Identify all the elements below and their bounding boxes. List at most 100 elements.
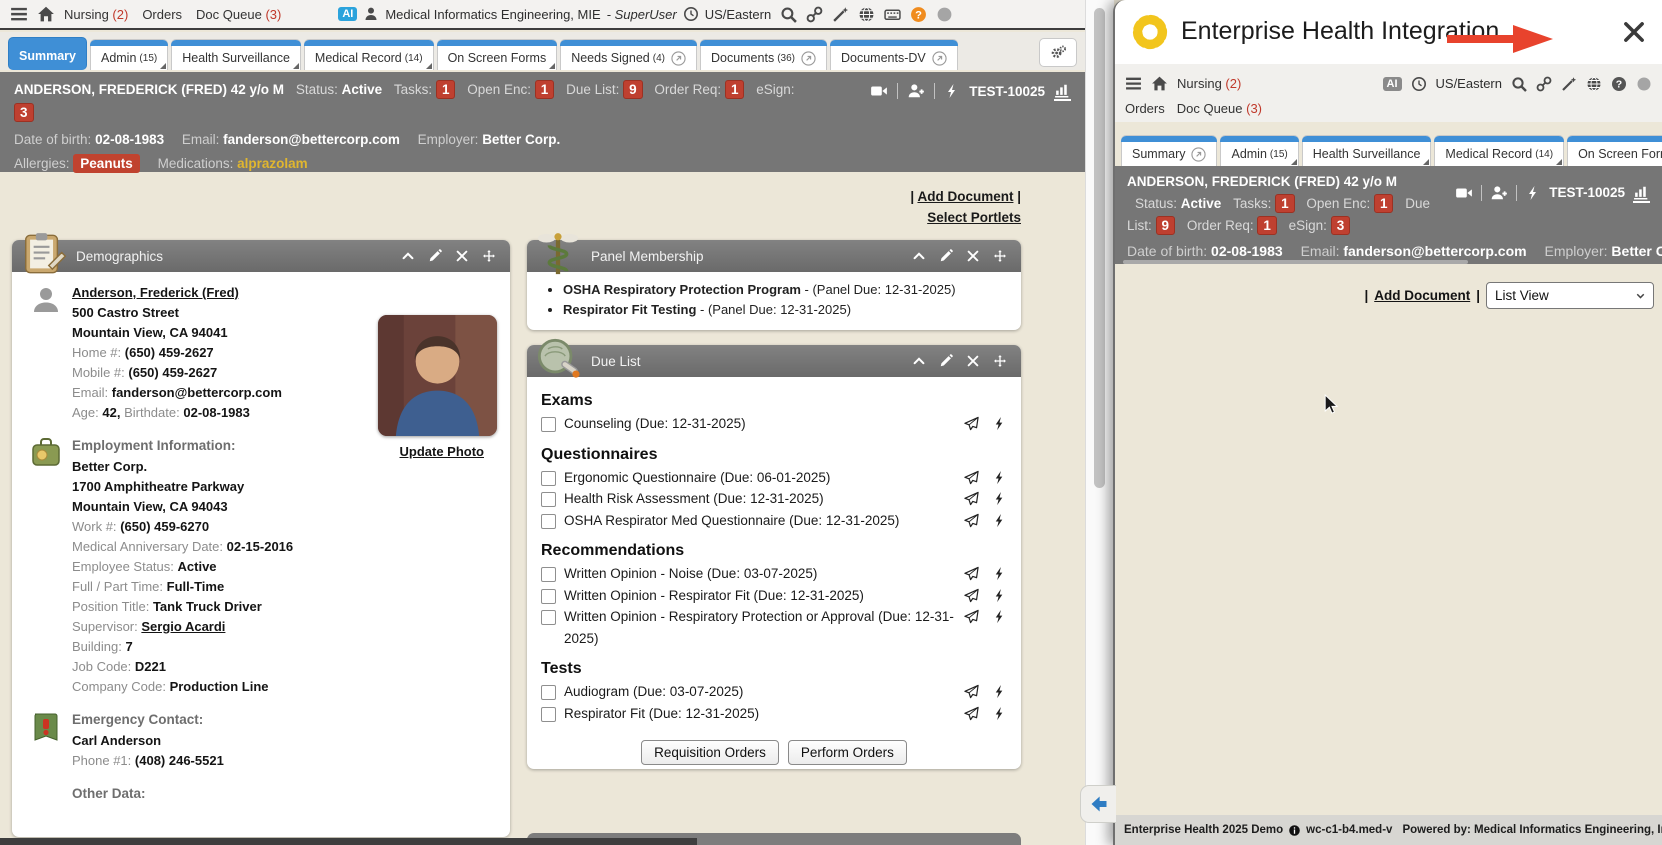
view-select[interactable]: List View bbox=[1486, 282, 1654, 309]
main-tab-admin[interactable]: Admin(15) bbox=[90, 39, 168, 70]
main-tab-medical-record[interactable]: Medical Record(14) bbox=[304, 39, 434, 70]
lightning-icon[interactable] bbox=[992, 566, 1007, 581]
main-tab-health-surveillance[interactable]: Health Surveillance bbox=[171, 39, 301, 70]
help-icon[interactable]: ? bbox=[1611, 76, 1627, 92]
wand-icon[interactable] bbox=[832, 6, 849, 23]
pencil-icon[interactable] bbox=[939, 249, 953, 263]
count-badge-open-enc[interactable]: 1 bbox=[535, 80, 555, 99]
move-icon[interactable] bbox=[993, 354, 1007, 368]
globe-icon[interactable] bbox=[1586, 76, 1602, 92]
lightning-icon[interactable] bbox=[944, 83, 960, 99]
panel-tab-health-surveillance[interactable]: Health Surveillance bbox=[1302, 135, 1432, 166]
popout-icon[interactable] bbox=[671, 51, 686, 66]
nav-item-orders[interactable]: Orders bbox=[1125, 101, 1165, 116]
nav-item-nursing[interactable]: Nursing (2) bbox=[1177, 76, 1241, 91]
add-document-link[interactable]: Add Document bbox=[917, 189, 1013, 204]
close-icon[interactable] bbox=[1621, 19, 1647, 45]
count-badge-esign[interactable]: 3 bbox=[14, 103, 34, 122]
move-icon[interactable] bbox=[482, 249, 496, 263]
panel-tab-admin[interactable]: Admin(15) bbox=[1220, 135, 1298, 166]
send-icon[interactable] bbox=[964, 491, 979, 506]
due-item-checkbox[interactable] bbox=[541, 514, 556, 529]
main-tab-summary[interactable]: Summary bbox=[8, 37, 87, 70]
lightning-icon[interactable] bbox=[992, 513, 1007, 528]
nav-item-doc-queue[interactable]: Doc Queue (3) bbox=[196, 7, 281, 22]
main-tab-documents[interactable]: Documents(36) bbox=[700, 39, 827, 70]
close-icon[interactable] bbox=[966, 354, 980, 368]
due-item-checkbox[interactable] bbox=[541, 589, 556, 604]
count-badge-esign[interactable]: 3 bbox=[1331, 216, 1351, 235]
send-icon[interactable] bbox=[964, 706, 979, 721]
medication-value[interactable]: alprazolam bbox=[237, 156, 308, 171]
popout-icon[interactable] bbox=[932, 51, 947, 66]
count-badge-due-list[interactable]: 9 bbox=[623, 80, 643, 99]
menu-icon[interactable] bbox=[1125, 75, 1142, 92]
chart-icon[interactable] bbox=[1054, 81, 1071, 101]
nav-item-doc-queue[interactable]: Doc Queue (3) bbox=[1177, 101, 1262, 116]
count-badge-open-enc[interactable]: 1 bbox=[1374, 194, 1394, 213]
lightning-icon[interactable] bbox=[992, 470, 1007, 485]
tab-options-button[interactable] bbox=[1039, 38, 1077, 67]
count-badge-tasks[interactable]: 1 bbox=[436, 80, 456, 99]
count-badge-due-list[interactable]: 9 bbox=[1156, 216, 1176, 235]
info-icon[interactable] bbox=[1288, 824, 1301, 837]
nav-item-orders[interactable]: Orders bbox=[142, 7, 182, 22]
link-icon[interactable] bbox=[806, 6, 823, 23]
search-icon[interactable] bbox=[1511, 76, 1527, 92]
popout-icon[interactable] bbox=[1191, 147, 1206, 162]
move-icon[interactable] bbox=[993, 249, 1007, 263]
due-item-checkbox[interactable] bbox=[541, 685, 556, 700]
link-icon[interactable] bbox=[1536, 76, 1552, 92]
bottom-scrollbar[interactable] bbox=[0, 838, 697, 845]
send-icon[interactable] bbox=[964, 470, 979, 485]
pencil-icon[interactable] bbox=[428, 249, 442, 263]
lightning-icon[interactable] bbox=[992, 416, 1007, 431]
chart-icon[interactable] bbox=[1633, 183, 1650, 203]
send-icon[interactable] bbox=[964, 566, 979, 581]
vertical-scrollbar-thumb[interactable] bbox=[1094, 8, 1105, 488]
wand-icon[interactable] bbox=[1561, 76, 1577, 92]
send-icon[interactable] bbox=[964, 684, 979, 699]
count-badge-tasks[interactable]: 1 bbox=[1275, 194, 1295, 213]
chevron-up-icon[interactable] bbox=[912, 249, 926, 263]
close-icon[interactable] bbox=[966, 249, 980, 263]
panel-tab-summary[interactable]: Summary bbox=[1121, 135, 1217, 166]
lightning-icon[interactable] bbox=[992, 609, 1007, 624]
chevron-up-icon[interactable] bbox=[912, 354, 926, 368]
ai-badge[interactable]: AI bbox=[1383, 77, 1402, 91]
video-camera-icon[interactable] bbox=[1455, 184, 1473, 202]
main-tab-on-screen-forms[interactable]: On Screen Forms bbox=[437, 39, 558, 70]
select-portlets-link[interactable]: Select Portlets bbox=[927, 210, 1021, 225]
panel-tab-on-screen-forms[interactable]: On Screen Forms bbox=[1567, 135, 1662, 166]
send-icon[interactable] bbox=[964, 513, 979, 528]
send-icon[interactable] bbox=[964, 416, 979, 431]
count-badge-order-req[interactable]: 1 bbox=[725, 80, 745, 99]
keyboard-icon[interactable] bbox=[884, 6, 901, 23]
count-badge-order-req[interactable]: 1 bbox=[1257, 216, 1277, 235]
panel-tab-medical-record[interactable]: Medical Record(14) bbox=[1434, 135, 1564, 166]
video-camera-icon[interactable] bbox=[870, 82, 888, 100]
due-item-checkbox[interactable] bbox=[541, 417, 556, 432]
person-add-icon[interactable] bbox=[907, 82, 925, 100]
popout-icon[interactable] bbox=[801, 51, 816, 66]
due-item-checkbox[interactable] bbox=[541, 492, 556, 507]
main-tab-needs-signed[interactable]: Needs Signed(4) bbox=[560, 39, 697, 70]
due-item-checkbox[interactable] bbox=[541, 707, 556, 722]
person-add-icon[interactable] bbox=[1490, 184, 1508, 202]
pencil-icon[interactable] bbox=[939, 354, 953, 368]
due-item-checkbox[interactable] bbox=[541, 567, 556, 582]
home-icon[interactable] bbox=[1151, 75, 1168, 92]
chevron-up-icon[interactable] bbox=[401, 249, 415, 263]
lightning-icon[interactable] bbox=[992, 684, 1007, 699]
collapse-panel-button[interactable] bbox=[1080, 785, 1116, 823]
lightning-icon[interactable] bbox=[992, 491, 1007, 506]
search-icon[interactable] bbox=[780, 6, 797, 23]
field-link[interactable]: Anderson, Frederick (Fred) bbox=[72, 285, 239, 300]
due-list-header[interactable]: Due List bbox=[527, 345, 1021, 377]
close-icon[interactable] bbox=[455, 249, 469, 263]
menu-icon[interactable] bbox=[10, 5, 28, 23]
globe-icon[interactable] bbox=[858, 6, 875, 23]
main-tab-documents-dv[interactable]: Documents-DV bbox=[830, 39, 958, 70]
send-icon[interactable] bbox=[964, 609, 979, 624]
lightning-icon[interactable] bbox=[1525, 185, 1541, 201]
